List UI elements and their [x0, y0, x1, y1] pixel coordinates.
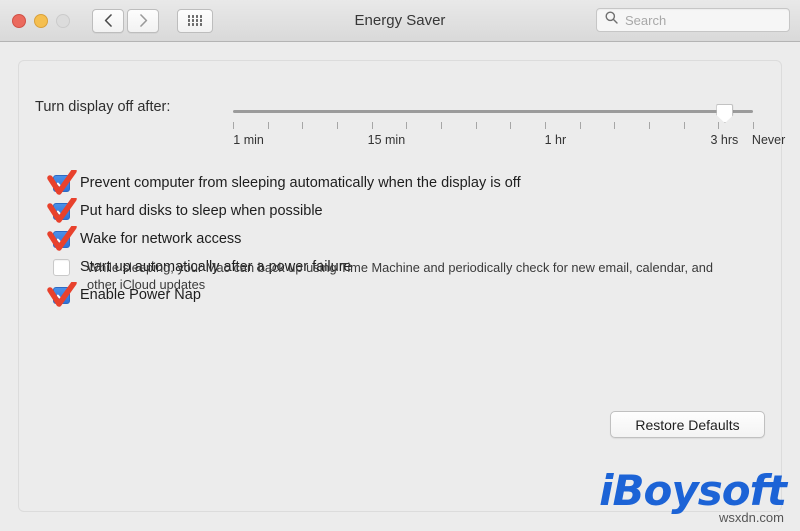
minimize-window-button[interactable]	[34, 13, 48, 28]
restore-defaults-button[interactable]: Restore Defaults	[610, 411, 765, 438]
close-window-button[interactable]	[12, 13, 26, 28]
slider-tick	[475, 122, 477, 129]
checkmark-glyph	[57, 233, 68, 244]
slider-tick	[614, 122, 616, 129]
search-input[interactable]	[623, 11, 777, 29]
slider-tick	[337, 122, 338, 129]
forward-button[interactable]	[127, 8, 159, 33]
preferences-content-panel: Turn display off after: 1 min 15 min 1 hr 3…	[18, 60, 785, 512]
energy-options-list: Prevent computer from sleeping automatic…	[47, 170, 753, 314]
display-sleep-slider[interactable]: 1 min 15 min 1 hr 3 hrs Never	[233, 104, 785, 159]
show-all-preferences-button[interactable]	[177, 8, 213, 33]
chevron-left-icon	[104, 14, 113, 27]
slider-tick	[649, 122, 650, 129]
checkbox-prevent-sleep[interactable]	[47, 170, 77, 195]
slider-tick	[753, 122, 754, 129]
slider-tick-label: 15 min	[367, 133, 406, 147]
slider-tick	[233, 122, 234, 129]
option-label-hard-disk-sleep: Put hard disks to sleep when possible	[80, 203, 323, 219]
checkbox-checked-icon	[53, 287, 70, 304]
checkmark-glyph	[57, 205, 68, 216]
option-label-prevent-sleep: Prevent computer from sleeping automatic…	[80, 175, 521, 191]
slider-thumb[interactable]	[716, 104, 734, 123]
option-row-prevent-sleep[interactable]: Prevent computer from sleeping automatic…	[47, 170, 753, 202]
back-button[interactable]	[92, 8, 124, 33]
checkmark-glyph	[57, 289, 68, 300]
slider-tick	[302, 122, 304, 129]
option-row-wake-for-network[interactable]: Wake for network access	[47, 226, 753, 258]
grid-icon	[187, 15, 203, 26]
option-row-hard-disk-sleep[interactable]: Put hard disks to sleep when possible	[47, 198, 753, 230]
search-box[interactable]	[596, 8, 790, 32]
checkbox-checked-icon	[53, 175, 70, 192]
slider-tick	[371, 122, 373, 129]
checkbox-checked-icon	[53, 203, 70, 220]
display-sleep-label: Turn display off after:	[35, 99, 171, 115]
chevron-right-icon	[139, 14, 148, 27]
slider-tick	[406, 122, 408, 129]
navigation-button-group	[92, 8, 159, 33]
slider-tick-label: 1 min	[233, 133, 264, 147]
window-titlebar: Energy Saver	[0, 0, 800, 42]
watermark-site-label: wsxdn.com	[718, 510, 784, 525]
checkbox-hard-disk-sleep[interactable]	[47, 198, 77, 223]
power-nap-description: While sleeping, your Mac can back up usi…	[87, 260, 713, 292]
checkbox-checked-icon	[53, 231, 70, 248]
option-label-wake-for-network: Wake for network access	[80, 231, 242, 247]
energy-saver-window: Energy Saver Turn display off after: 1 m…	[0, 0, 800, 531]
slider-tick	[267, 122, 269, 129]
slider-tick-label: 1 hr	[544, 133, 567, 147]
slider-tick	[545, 122, 546, 129]
slider-tick	[579, 122, 581, 129]
slider-tick-label: Never	[751, 133, 786, 147]
traffic-light-group	[12, 13, 70, 28]
checkbox-startup-after-power-failure[interactable]	[53, 259, 71, 277]
slider-tick-label: 3 hrs	[710, 133, 739, 147]
zoom-window-button	[56, 13, 70, 28]
slider-track[interactable]	[233, 110, 753, 113]
slider-tick	[510, 122, 512, 129]
search-icon	[605, 11, 618, 29]
checkmark-glyph	[57, 177, 68, 188]
slider-tick	[718, 122, 720, 129]
slider-tick	[441, 122, 442, 129]
slider-tick	[683, 122, 685, 129]
checkbox-wake-for-network[interactable]	[47, 226, 77, 251]
checkbox-empty-icon	[53, 259, 70, 276]
checkbox-enable-power-nap[interactable]	[47, 282, 77, 307]
slider-tick-marks	[233, 122, 754, 129]
